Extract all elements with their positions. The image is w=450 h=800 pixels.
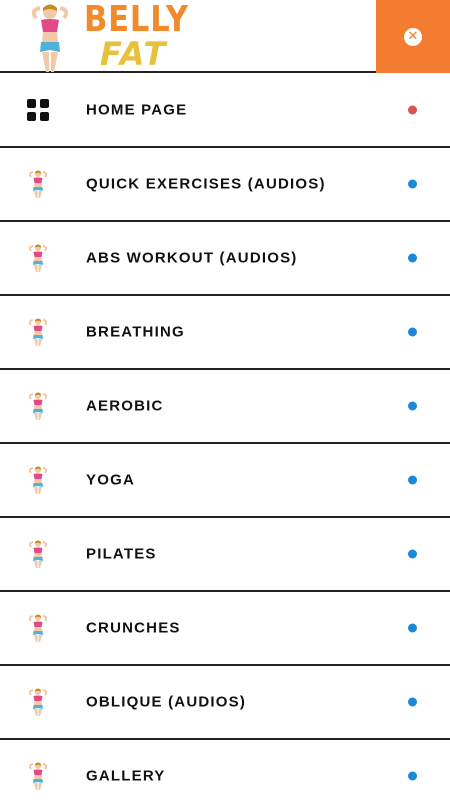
- status-dot: [408, 771, 417, 781]
- logo-title-belly: BELLY: [84, 0, 189, 40]
- menu-item-label: PILATES: [86, 545, 157, 563]
- status-dot: [408, 327, 417, 337]
- menu-item-label: QUICK EXERCISES (AUDIOS): [86, 175, 326, 193]
- app-header: BELLY FAT ✕: [0, 0, 450, 73]
- menu-item-abs-workout-audios[interactable]: ABS WORKOUT (AUDIOS): [0, 222, 450, 296]
- menu-item-crunches[interactable]: CRUNCHES: [0, 592, 450, 666]
- woman-figure-icon: [24, 392, 52, 420]
- menu-item-yoga[interactable]: YOGA: [0, 444, 450, 518]
- status-dot: [408, 475, 417, 485]
- menu-item-label: HOME PAGE: [86, 101, 188, 119]
- woman-figure-icon: [24, 466, 52, 494]
- woman-figure-icon: [24, 244, 52, 272]
- menu-item-label: ABS WORKOUT (AUDIOS): [86, 249, 298, 267]
- status-dot: [408, 401, 417, 411]
- woman-figure-icon: [24, 318, 52, 346]
- woman-figure-icon: [24, 688, 52, 716]
- status-dot: [408, 253, 417, 263]
- menu-item-label: YOGA: [86, 471, 135, 489]
- menu-item-label: OBLIQUE (AUDIOS): [86, 693, 247, 711]
- menu-item-oblique-audios[interactable]: OBLIQUE (AUDIOS): [0, 666, 450, 740]
- close-menu-button[interactable]: ✕: [376, 0, 450, 73]
- menu-item-home-page[interactable]: HOME PAGE: [0, 74, 450, 148]
- belly-fat-logo: BELLY FAT: [22, 0, 192, 73]
- grid-icon: [24, 96, 52, 124]
- menu-item-gallery[interactable]: GALLERY: [0, 740, 450, 800]
- menu-item-pilates[interactable]: PILATES: [0, 518, 450, 592]
- navigation-menu: HOME PAGE QUICK EXERCISES (AUDIOS) ABS WOR…: [0, 74, 450, 800]
- logo-woman-figure: [31, 4, 69, 72]
- status-dot: [408, 549, 417, 559]
- menu-item-quick-exercises-audios[interactable]: QUICK EXERCISES (AUDIOS): [0, 148, 450, 222]
- menu-item-breathing[interactable]: BREATHING: [0, 296, 450, 370]
- menu-item-label: BREATHING: [86, 323, 185, 341]
- woman-figure-icon: [24, 170, 52, 198]
- menu-item-label: CRUNCHES: [86, 619, 181, 637]
- menu-item-label: AEROBIC: [86, 397, 164, 415]
- menu-item-label: GALLERY: [86, 767, 166, 785]
- status-dot: [408, 105, 417, 115]
- close-icon: ✕: [404, 27, 422, 46]
- status-dot: [408, 697, 417, 707]
- status-dot: [408, 179, 417, 189]
- woman-figure-icon: [24, 762, 52, 790]
- logo-title-fat: FAT: [100, 35, 168, 73]
- woman-figure-icon: [24, 614, 52, 642]
- status-dot: [408, 623, 417, 633]
- menu-item-aerobic[interactable]: AEROBIC: [0, 370, 450, 444]
- woman-figure-icon: [24, 540, 52, 568]
